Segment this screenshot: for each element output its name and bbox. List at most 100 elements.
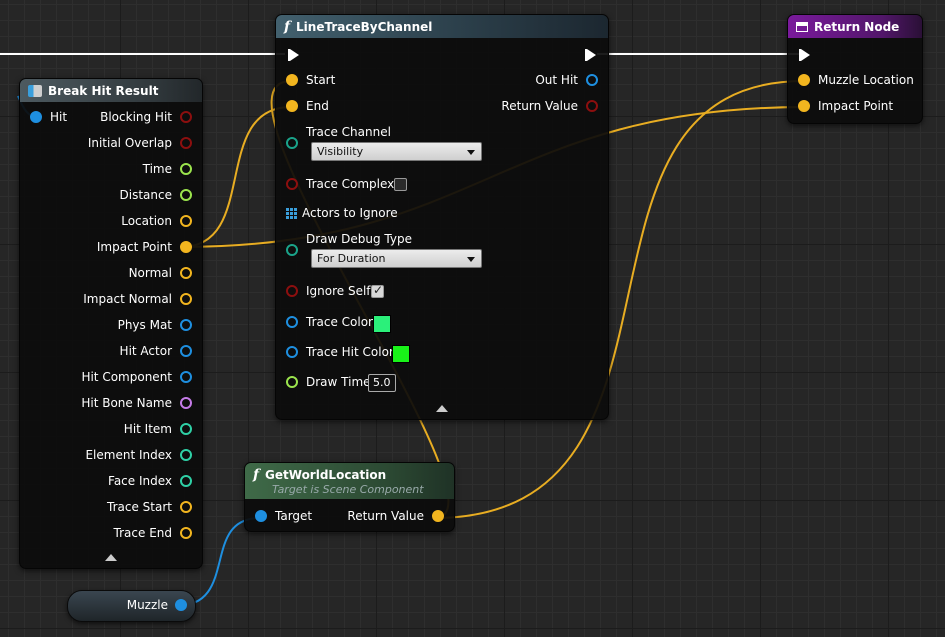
trace-hit-color-swatch[interactable] xyxy=(392,345,410,363)
break-output-pin[interactable] xyxy=(180,527,192,539)
break-output-normal-row[interactable]: Normal xyxy=(129,266,192,280)
trace-hit-color-pin-row[interactable]: Trace Hit Color xyxy=(286,345,394,359)
break-output-hit-component-row[interactable]: Hit Component xyxy=(81,370,192,384)
draw-time-label: Draw Time xyxy=(306,375,371,389)
trace-complex-checkbox[interactable] xyxy=(394,178,407,191)
return-value-pin[interactable] xyxy=(586,100,598,112)
break-hit-result-header[interactable]: Break Hit Result xyxy=(20,79,202,102)
line-trace-header[interactable]: f LineTraceByChannel xyxy=(276,15,608,38)
break-output-element-index-row[interactable]: Element Index xyxy=(85,448,192,462)
exec-out-pin[interactable] xyxy=(585,49,596,61)
function-icon: f xyxy=(284,18,291,35)
exec-in-pin[interactable] xyxy=(288,49,299,61)
muzzle-pin[interactable] xyxy=(175,599,187,611)
break-output-pin[interactable] xyxy=(180,267,192,279)
break-output-pin[interactable] xyxy=(180,319,192,331)
break-output-initial-overlap-row[interactable]: Initial Overlap xyxy=(88,136,192,150)
break-output-impact-normal-row[interactable]: Impact Normal xyxy=(83,292,192,306)
hit-pin[interactable] xyxy=(30,111,42,123)
break-output-label: Impact Point xyxy=(96,240,172,254)
out-hit-pin-row[interactable]: Out Hit xyxy=(535,73,598,87)
impact-point-in-pin[interactable] xyxy=(798,100,810,112)
break-output-distance-row[interactable]: Distance xyxy=(120,188,192,202)
break-output-location-row[interactable]: Location xyxy=(121,214,192,228)
ignore-self-checkbox[interactable] xyxy=(371,283,384,298)
break-output-blocking-hit-row[interactable]: Blocking Hit xyxy=(100,110,192,124)
muzzle-location-pin-row[interactable]: Muzzle Location xyxy=(798,73,914,87)
muzzle-pin-row[interactable]: Muzzle xyxy=(127,598,187,612)
break-output-label: Hit Item xyxy=(123,422,172,436)
array-pin-icon[interactable] xyxy=(286,207,297,219)
break-output-pin[interactable] xyxy=(180,475,192,487)
world-location-return-pin-row[interactable]: Return Value xyxy=(347,509,444,523)
break-output-pin[interactable] xyxy=(180,189,192,201)
collapse-arrow-icon[interactable] xyxy=(436,405,448,412)
start-pin-row[interactable]: Start xyxy=(286,73,335,87)
break-output-trace-end-row[interactable]: Trace End xyxy=(114,526,192,540)
break-output-pin[interactable] xyxy=(180,449,192,461)
world-location-return-pin[interactable] xyxy=(432,510,444,522)
break-output-time-row[interactable]: Time xyxy=(143,162,192,176)
draw-debug-type-pin-row[interactable] xyxy=(286,244,298,256)
trace-hit-color-pin[interactable] xyxy=(286,346,298,358)
trace-channel-label: Trace Channel xyxy=(306,125,391,139)
ignore-self-pin-row[interactable]: Ignore Self xyxy=(286,284,371,298)
break-output-impact-point-row[interactable]: Impact Point xyxy=(97,240,192,254)
trace-color-pin[interactable] xyxy=(286,316,298,328)
actors-to-ignore-pin-row[interactable]: Actors to Ignore xyxy=(286,206,398,220)
target-pin[interactable] xyxy=(255,510,267,522)
break-output-pin[interactable] xyxy=(180,423,192,435)
break-output-pin[interactable] xyxy=(180,137,192,149)
get-world-location-header[interactable]: f GetWorldLocation Target is Scene Compo… xyxy=(245,463,454,499)
break-output-pin[interactable] xyxy=(180,241,192,253)
return-value-label: Return Value xyxy=(501,99,578,113)
break-output-phys-mat-row[interactable]: Phys Mat xyxy=(118,318,192,332)
break-output-pin[interactable] xyxy=(180,371,192,383)
break-output-hit-item-row[interactable]: Hit Item xyxy=(124,422,192,436)
break-output-label: Initial Overlap xyxy=(87,136,172,150)
break-output-pin[interactable] xyxy=(180,397,192,409)
draw-time-input[interactable]: 5.0 xyxy=(368,374,396,392)
break-output-pin[interactable] xyxy=(180,163,192,175)
trace-channel-pin-row[interactable] xyxy=(286,137,298,149)
line-trace-node[interactable]: f LineTraceByChannel Start End Out Hit R… xyxy=(275,14,609,420)
get-world-location-node[interactable]: f GetWorldLocation Target is Scene Compo… xyxy=(244,462,455,532)
out-hit-pin[interactable] xyxy=(586,74,598,86)
return-value-pin-row[interactable]: Return Value xyxy=(501,99,598,113)
break-output-pin[interactable] xyxy=(180,345,192,357)
break-output-face-index-row[interactable]: Face Index xyxy=(108,474,192,488)
draw-time-pin-row[interactable]: Draw Time xyxy=(286,375,371,389)
return-node-header[interactable]: Return Node xyxy=(788,15,922,38)
break-output-pin[interactable] xyxy=(180,501,192,513)
hit-pin-row[interactable]: Hit xyxy=(30,110,67,124)
draw-debug-type-pin[interactable] xyxy=(286,244,298,256)
break-output-trace-start-row[interactable]: Trace Start xyxy=(107,500,192,514)
trace-channel-dropdown[interactable]: Visibility xyxy=(311,142,482,161)
end-pin-row[interactable]: End xyxy=(286,99,329,113)
ignore-self-pin[interactable] xyxy=(286,285,298,297)
impact-point-in-pin-row[interactable]: Impact Point xyxy=(798,99,893,113)
trace-complex-pin-row[interactable]: Trace Complex xyxy=(286,177,394,191)
muzzle-location-pin[interactable] xyxy=(798,74,810,86)
target-pin-row[interactable]: Target xyxy=(255,509,312,523)
muzzle-variable-node[interactable]: Muzzle xyxy=(67,590,196,622)
break-output-hit-actor-row[interactable]: Hit Actor xyxy=(120,344,192,358)
break-output-label: Hit Actor xyxy=(119,344,172,358)
end-label: End xyxy=(306,99,329,113)
return-node[interactable]: Return Node Muzzle Location Impact Point xyxy=(787,14,923,124)
draw-debug-type-dropdown[interactable]: For Duration xyxy=(311,249,482,268)
break-output-pin[interactable] xyxy=(180,111,192,123)
trace-color-swatch[interactable] xyxy=(373,315,391,333)
collapse-arrow-icon[interactable] xyxy=(105,554,117,561)
trace-channel-pin[interactable] xyxy=(286,137,298,149)
break-output-pin[interactable] xyxy=(180,215,192,227)
trace-color-pin-row[interactable]: Trace Color xyxy=(286,315,373,329)
return-exec-in-pin[interactable] xyxy=(799,49,810,61)
break-hit-result-node[interactable]: Break Hit Result Hit Blocking Hit Initial… xyxy=(19,78,203,569)
draw-time-pin[interactable] xyxy=(286,376,298,388)
end-pin[interactable] xyxy=(286,100,298,112)
break-output-pin[interactable] xyxy=(180,293,192,305)
break-output-hit-bone-name-row[interactable]: Hit Bone Name xyxy=(81,396,192,410)
trace-complex-pin[interactable] xyxy=(286,178,298,190)
start-pin[interactable] xyxy=(286,74,298,86)
